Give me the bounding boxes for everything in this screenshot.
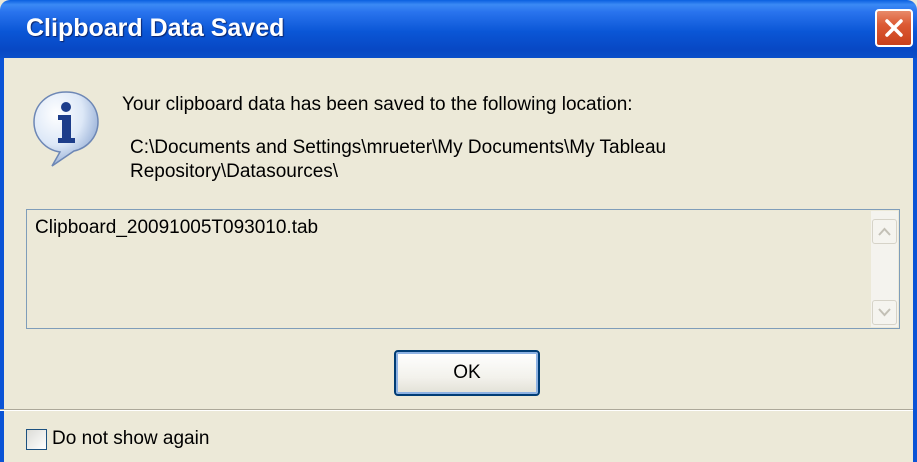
close-button[interactable] xyxy=(875,9,913,47)
save-location-path: C:\Documents and Settings\mrueter\My Doc… xyxy=(130,136,830,184)
info-icon xyxy=(30,88,102,168)
scroll-up-button[interactable] xyxy=(872,219,897,244)
vertical-scrollbar[interactable] xyxy=(871,211,898,327)
chevron-down-icon xyxy=(878,308,891,317)
do-not-show-again-option[interactable]: Do not show again xyxy=(26,428,209,450)
window-title: Clipboard Data Saved xyxy=(26,14,285,42)
close-icon xyxy=(885,19,903,37)
path-line-2: Repository\Datasources\ xyxy=(130,161,339,182)
checkbox-label: Do not show again xyxy=(52,428,210,449)
chevron-up-icon xyxy=(878,227,891,236)
message-text: Your clipboard data has been saved to th… xyxy=(122,94,633,115)
footer-separator xyxy=(0,409,913,411)
file-name: Clipboard_20091005T093010.tab xyxy=(35,217,319,238)
window-frame-left xyxy=(0,58,4,462)
path-line-1: C:\Documents and Settings\mrueter\My Doc… xyxy=(130,137,667,158)
scroll-down-button[interactable] xyxy=(872,300,897,325)
ok-button[interactable]: OK xyxy=(394,350,540,396)
file-name-box[interactable]: Clipboard_20091005T093010.tab xyxy=(26,209,900,329)
title-bar[interactable]: Clipboard Data Saved xyxy=(0,0,917,58)
dialog-window: Clipboard Data Saved Your clipboard data… xyxy=(0,0,917,462)
do-not-show-again-checkbox[interactable] xyxy=(26,428,47,450)
window-frame-right xyxy=(913,58,917,462)
